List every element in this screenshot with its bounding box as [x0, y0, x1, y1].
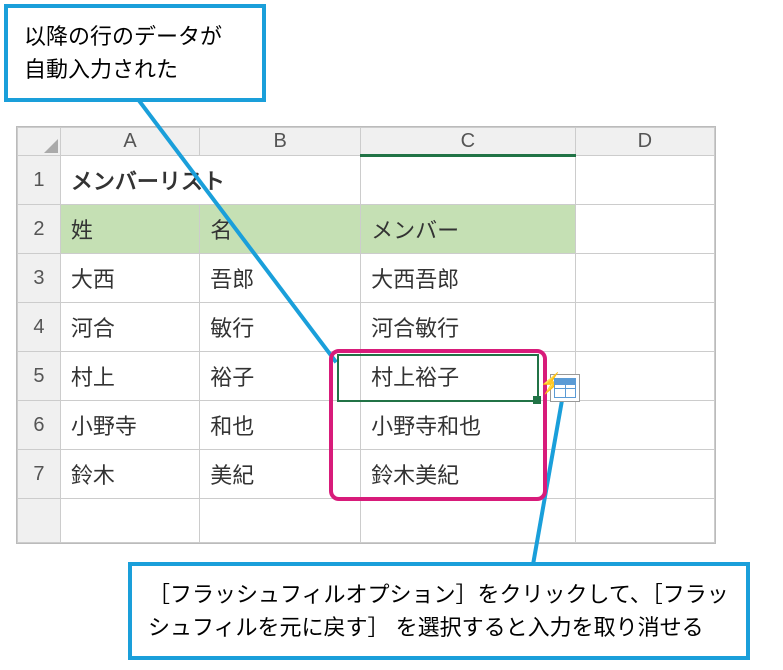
cell-A3[interactable]: 大西 — [60, 254, 199, 303]
cell-D6[interactable] — [575, 401, 714, 450]
cell-D2[interactable] — [575, 205, 714, 254]
fill-handle[interactable] — [533, 396, 541, 404]
row-header-3[interactable]: 3 — [18, 254, 61, 303]
row-1: 1 メンバーリスト — [18, 156, 715, 205]
cell-A7[interactable]: 鈴木 — [60, 450, 199, 499]
flash-fill-options-button[interactable] — [550, 374, 580, 402]
cell-C2[interactable]: メンバー — [361, 205, 575, 254]
cell-A4[interactable]: 河合 — [60, 303, 199, 352]
cell-D8[interactable] — [575, 499, 714, 543]
row-header-1[interactable]: 1 — [18, 156, 61, 205]
row-4: 4 河合 敏行 河合敏行 — [18, 303, 715, 352]
row-7: 7 鈴木 美紀 鈴木美紀 — [18, 450, 715, 499]
cell-D1[interactable] — [575, 156, 714, 205]
cell-A8[interactable] — [60, 499, 199, 543]
cell-B6[interactable]: 和也 — [200, 401, 361, 450]
cell-D3[interactable] — [575, 254, 714, 303]
cell-C3[interactable]: 大西吾郎 — [361, 254, 575, 303]
row-header-7[interactable]: 7 — [18, 450, 61, 499]
cell-D5[interactable] — [575, 352, 714, 401]
cell-C1[interactable] — [361, 156, 575, 205]
callout-top-text: 以降の行のデータが 自動入力された — [24, 24, 222, 82]
row-header-4[interactable]: 4 — [18, 303, 61, 352]
cell-B8[interactable] — [200, 499, 361, 543]
select-all-corner[interactable] — [18, 128, 61, 156]
row-6: 6 小野寺 和也 小野寺和也 — [18, 401, 715, 450]
callout-bottom-text: ［フラッシュフィルオプション］をクリックして、［フラッシュフィルを元に戻す］ を… — [148, 582, 729, 640]
cell-D4[interactable] — [575, 303, 714, 352]
col-header-B[interactable]: B — [200, 128, 361, 156]
cell-C4[interactable]: 河合敏行 — [361, 303, 575, 352]
cell-A2[interactable]: 姓 — [60, 205, 199, 254]
row-header-5[interactable]: 5 — [18, 352, 61, 401]
row-header-2[interactable]: 2 — [18, 205, 61, 254]
col-header-D[interactable]: D — [575, 128, 714, 156]
spreadsheet[interactable]: A B C D 1 メンバーリスト 2 姓 名 メンバー 3 大西 吾郎 大西吾… — [16, 126, 716, 544]
row-header-6[interactable]: 6 — [18, 401, 61, 450]
cell-B4[interactable]: 敏行 — [200, 303, 361, 352]
cell-D7[interactable] — [575, 450, 714, 499]
col-header-C[interactable]: C — [361, 128, 575, 156]
cell-A5[interactable]: 村上 — [60, 352, 199, 401]
cell-B7[interactable]: 美紀 — [200, 450, 361, 499]
row-2: 2 姓 名 メンバー — [18, 205, 715, 254]
row-3: 3 大西 吾郎 大西吾郎 — [18, 254, 715, 303]
callout-bottom: ［フラッシュフィルオプション］をクリックして、［フラッシュフィルを元に戻す］ を… — [128, 562, 750, 660]
flash-fill-icon — [554, 378, 576, 398]
column-header-row: A B C D — [18, 128, 715, 156]
grid-table: A B C D 1 メンバーリスト 2 姓 名 メンバー 3 大西 吾郎 大西吾… — [17, 127, 715, 543]
cell-B3[interactable]: 吾郎 — [200, 254, 361, 303]
callout-top: 以降の行のデータが 自動入力された — [4, 4, 266, 102]
cell-C6[interactable]: 小野寺和也 — [361, 401, 575, 450]
cell-A6[interactable]: 小野寺 — [60, 401, 199, 450]
row-5: 5 村上 裕子 村上裕子 — [18, 352, 715, 401]
row-8 — [18, 499, 715, 543]
row-header-8[interactable] — [18, 499, 61, 543]
